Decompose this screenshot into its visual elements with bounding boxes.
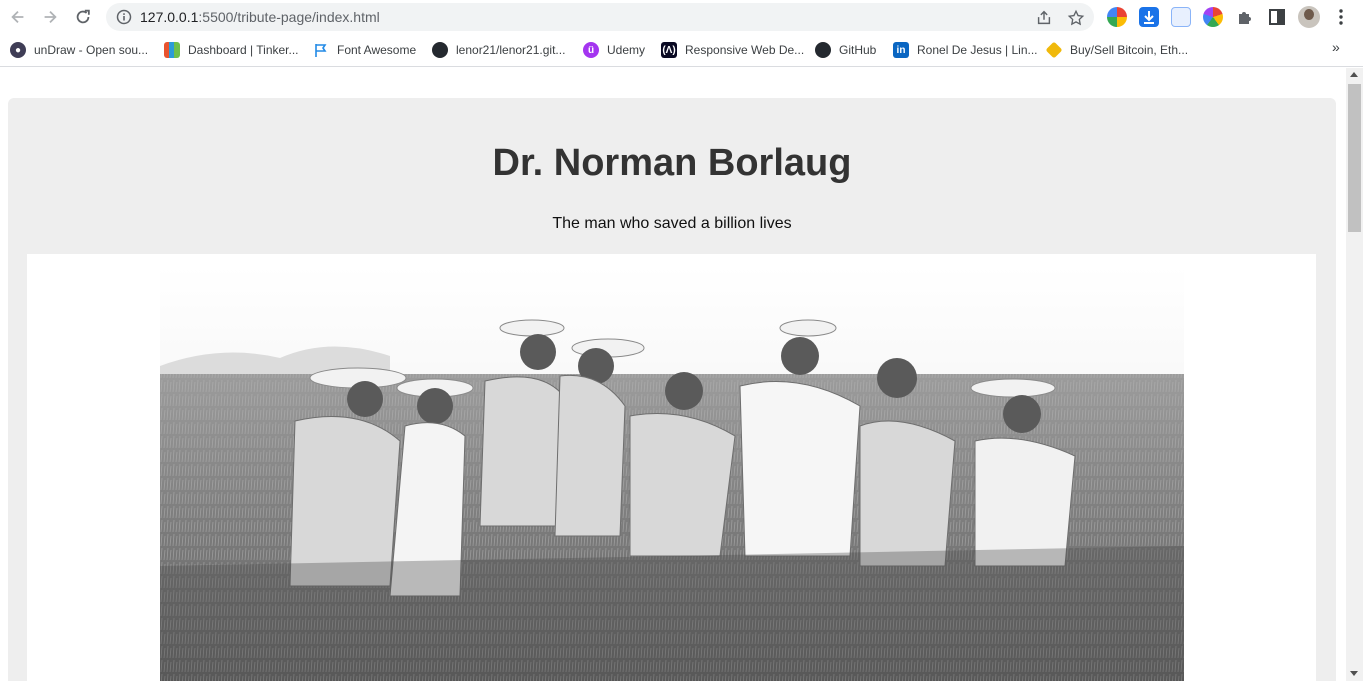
- linkedin-icon: in: [893, 42, 909, 58]
- extension-download-icon[interactable]: [1139, 7, 1159, 27]
- page-title: Dr. Norman Borlaug: [492, 142, 852, 184]
- freecodecamp-icon: (Λ): [661, 42, 677, 58]
- url-text[interactable]: 127.0.0.1:5500/tribute-page/index.html: [140, 9, 380, 25]
- bookmark-label: Buy/Sell Bitcoin, Eth...: [1070, 43, 1189, 57]
- bookmark-freecodecamp[interactable]: (Λ) Responsive Web De...: [661, 41, 804, 59]
- bookmark-label: Dashboard | Tinker...: [188, 43, 299, 57]
- bookmark-font-awesome[interactable]: Font Awesome: [313, 41, 416, 59]
- bookmarks-overflow-chevron-icon[interactable]: »: [1332, 39, 1340, 55]
- extensions-puzzle-icon[interactable]: [1235, 7, 1255, 27]
- extension-color-icon[interactable]: [1107, 7, 1127, 27]
- tribute-photo: [160, 266, 1184, 681]
- bookmark-udemy[interactable]: ü Udemy: [583, 41, 645, 59]
- browser-toolbar: 127.0.0.1:5500/tribute-page/index.html: [0, 0, 1363, 34]
- scroll-thumb[interactable]: [1348, 84, 1361, 232]
- extension-clipboard-icon[interactable]: [1171, 7, 1191, 27]
- bookmark-label: unDraw - Open sou...: [34, 43, 149, 57]
- bookmark-star-button[interactable]: [1066, 8, 1086, 28]
- reload-button[interactable]: [71, 5, 95, 29]
- share-icon: [1037, 10, 1051, 25]
- reload-icon: [76, 9, 90, 24]
- url-host: 127.0.0.1: [140, 9, 199, 25]
- bookmark-label: GitHub: [839, 43, 877, 57]
- page-viewport: Dr. Norman Borlaug The man who saved a b…: [0, 68, 1346, 681]
- undraw-icon: ●: [10, 42, 26, 58]
- back-button[interactable]: [6, 5, 30, 29]
- url-path: :5500/tribute-page/index.html: [198, 9, 380, 25]
- extension-palette-icon[interactable]: [1203, 7, 1223, 27]
- bookmark-tinkercad[interactable]: Dashboard | Tinker...: [164, 41, 299, 59]
- bookmark-label: Font Awesome: [337, 43, 417, 57]
- tinkercad-icon: [164, 42, 180, 58]
- share-button[interactable]: [1034, 8, 1054, 28]
- bookmark-label: lenor21/lenor21.git...: [456, 43, 566, 57]
- bookmark-lenor21[interactable]: lenor21/lenor21.git...: [432, 41, 565, 59]
- star-icon: [1067, 9, 1085, 26]
- flag-icon: [313, 42, 329, 58]
- menu-kebab-icon[interactable]: [1331, 7, 1351, 27]
- bookmark-label: Responsive Web De...: [685, 43, 805, 57]
- bookmarks-bar: ● unDraw - Open sou... Dashboard | Tinke…: [0, 34, 1363, 67]
- side-panel-icon[interactable]: [1267, 7, 1287, 27]
- github-icon: [815, 42, 831, 58]
- bookmark-label: Udemy: [607, 43, 646, 57]
- bookmark-binance[interactable]: Buy/Sell Bitcoin, Eth...: [1045, 41, 1189, 59]
- forward-button[interactable]: [38, 5, 62, 29]
- page-subtitle: The man who saved a billion lives: [552, 215, 792, 232]
- image-container: [27, 254, 1316, 681]
- bookmark-undraw[interactable]: ● unDraw - Open sou...: [10, 41, 148, 59]
- github-icon: [432, 42, 448, 58]
- bookmark-label: Ronel De Jesus | Lin...: [917, 43, 1038, 57]
- page-scrollbar[interactable]: [1346, 68, 1363, 681]
- bookmark-linkedin[interactable]: in Ronel De Jesus | Lin...: [893, 41, 1038, 59]
- arrow-right-icon: [44, 10, 57, 24]
- address-bar[interactable]: 127.0.0.1:5500/tribute-page/index.html: [106, 3, 1094, 31]
- tribute-main: Dr. Norman Borlaug The man who saved a b…: [8, 98, 1336, 681]
- profile-avatar[interactable]: [1298, 6, 1320, 28]
- scroll-up-arrow-icon[interactable]: [1350, 72, 1358, 77]
- udemy-icon: ü: [583, 42, 599, 58]
- scroll-down-arrow-icon[interactable]: [1350, 671, 1358, 676]
- arrow-left-icon: [11, 10, 24, 24]
- info-icon[interactable]: [116, 9, 132, 25]
- bookmark-github[interactable]: GitHub: [815, 41, 876, 59]
- binance-icon: [1045, 41, 1063, 59]
